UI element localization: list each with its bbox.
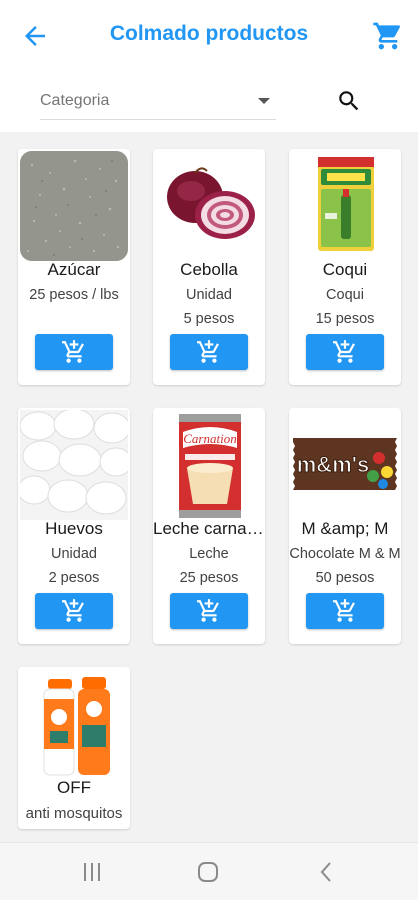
add-shopping-cart-icon [196,598,222,624]
product-unit: Coqui [326,287,364,303]
add-to-cart-button[interactable] [306,334,384,370]
page-title: Colmado productos [109,22,309,45]
product-price: 50 pesos [315,570,375,586]
product-card[interactable]: OFF anti mosquitos [18,667,130,829]
coqui-glue-image [291,151,399,261]
product-name: Cebolla [180,260,238,279]
eggs-image [20,410,128,520]
add-to-cart-button[interactable] [306,593,384,629]
add-to-cart-button[interactable] [35,593,113,629]
dropdown-arrow-icon [258,98,270,104]
product-unit: Chocolate M & M [289,546,401,562]
nav-back-icon[interactable] [318,861,334,883]
product-name: M &amp; M [301,519,389,538]
product-card[interactable]: Azúcar 25 pesos / lbs [18,149,130,385]
system-nav-bar [0,842,418,900]
onion-image [155,151,263,261]
product-name: OFF [57,778,91,797]
product-name: Huevos [45,519,103,538]
product-price: 25 pesos / lbs [29,287,119,303]
add-to-cart-button[interactable] [35,334,113,370]
sugar-image [20,151,128,261]
product-card[interactable]: Huevos Unidad 2 pesos [18,408,130,644]
recents-icon[interactable] [82,861,102,883]
add-shopping-cart-icon [332,598,358,624]
product-name: Azúcar [47,260,101,279]
product-name: Leche carnation [153,519,265,538]
product-price: 15 pesos [315,311,375,327]
add-to-cart-button[interactable] [170,593,248,629]
add-shopping-cart-icon [332,339,358,365]
product-unit: anti mosquitos [25,805,123,822]
product-card[interactable]: m&m's M &amp; M Chocolate M & M 50 pesos [289,408,401,644]
category-dropdown[interactable]: Categoria [40,84,276,120]
home-icon[interactable] [197,861,219,883]
svg-text:m&m's: m&m's [297,452,369,477]
product-card[interactable]: Coqui Coqui 15 pesos [289,149,401,385]
add-shopping-cart-icon [61,598,87,624]
off-spray-image [20,669,128,779]
product-name: Coqui [322,260,368,279]
carnation-milk-can-image: Carnation [155,410,263,520]
add-shopping-cart-icon [196,339,222,365]
category-placeholder: Categoria [40,92,110,109]
mm-candy-bag-image: m&m's [291,410,399,520]
product-price: 5 pesos [183,311,235,327]
search-icon[interactable] [336,88,362,114]
add-to-cart-button[interactable] [170,334,248,370]
app-bar: Colmado productos [0,0,418,70]
product-price: 2 pesos [48,570,100,586]
product-unit: Leche [189,546,229,562]
svg-text:Carnation: Carnation [183,431,236,446]
product-price: 25 pesos [179,570,239,586]
product-unit: Unidad [51,546,97,562]
product-card[interactable]: Cebolla Unidad 5 pesos [153,149,265,385]
product-card[interactable]: Carnation Leche carnation Leche 25 pesos [153,408,265,644]
shopping-cart-icon[interactable] [372,20,404,52]
add-shopping-cart-icon [61,339,87,365]
product-unit: Unidad [186,287,232,303]
